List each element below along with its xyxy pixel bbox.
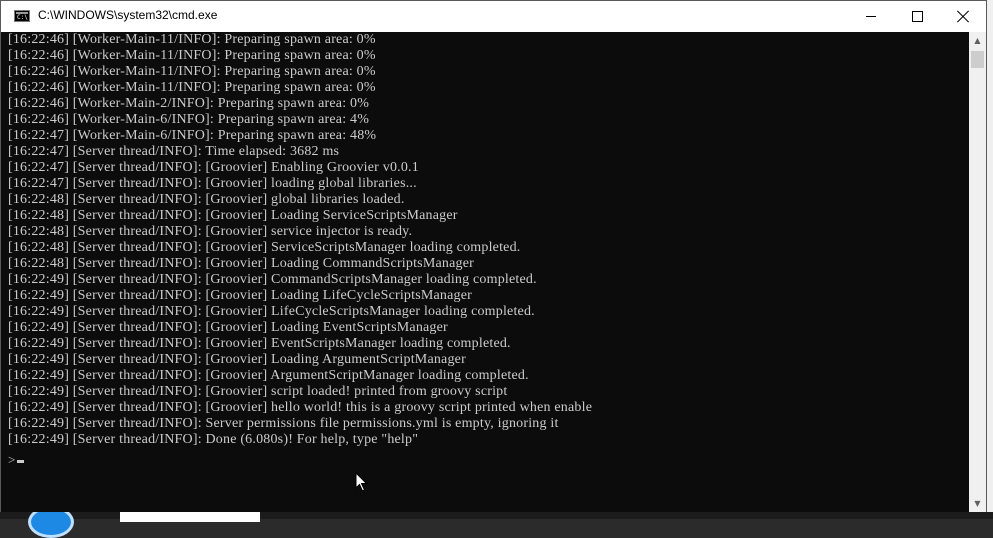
desktop-background-right bbox=[987, 0, 993, 519]
cmd-app-icon[interactable]: C:\ bbox=[14, 10, 30, 22]
console-line: [16:22:49] [Server thread/INFO]: [Groovi… bbox=[8, 320, 448, 335]
vertical-scrollbar[interactable]: ▲ ▼ bbox=[969, 32, 986, 512]
mouse-pointer-icon bbox=[355, 472, 368, 492]
console-line: [16:22:49] [Server thread/INFO]: [Groovi… bbox=[8, 288, 473, 303]
console-line: [16:22:49] [Server thread/INFO]: Server … bbox=[8, 416, 559, 431]
maximize-button[interactable] bbox=[894, 1, 940, 32]
console-line: [16:22:49] [Server thread/INFO]: [Groovi… bbox=[8, 272, 537, 287]
console-line: [16:22:47] [Worker-Main-6/INFO]: Prepari… bbox=[8, 128, 377, 143]
console-line: [16:22:48] [Server thread/INFO]: [Groovi… bbox=[8, 256, 474, 271]
console-line: [16:22:48] [Server thread/INFO]: [Groovi… bbox=[8, 240, 521, 255]
console-line: [16:22:46] [Worker-Main-11/INFO]: Prepar… bbox=[8, 48, 376, 63]
console-line: [16:22:49] [Server thread/INFO]: [Groovi… bbox=[8, 352, 466, 367]
scroll-up-arrow-icon: ▲ bbox=[974, 36, 981, 45]
console-line: [16:22:48] [Server thread/INFO]: [Groovi… bbox=[8, 192, 405, 207]
scroll-down-button[interactable]: ▼ bbox=[969, 495, 986, 512]
command-prompt: > bbox=[8, 452, 16, 467]
console-line: [16:22:49] [Server thread/INFO]: Done (6… bbox=[8, 432, 419, 447]
console-line: [16:22:47] [Server thread/INFO]: [Groovi… bbox=[8, 160, 419, 175]
text-cursor bbox=[17, 460, 24, 463]
console-line: [16:22:49] [Server thread/INFO]: [Groovi… bbox=[8, 336, 511, 351]
minimize-button[interactable] bbox=[848, 1, 894, 32]
minimize-icon bbox=[866, 16, 876, 17]
close-icon bbox=[956, 10, 970, 24]
scroll-up-button[interactable]: ▲ bbox=[969, 32, 986, 49]
console-line: [16:22:49] [Server thread/INFO]: [Groovi… bbox=[8, 400, 593, 415]
maximize-icon bbox=[911, 11, 923, 22]
console-line: [16:22:49] [Server thread/INFO]: [Groovi… bbox=[8, 368, 529, 383]
console-lines: [16:22:46] [Worker-Main-11/INFO]: Prepar… bbox=[8, 32, 592, 448]
console-line: [16:22:46] [Worker-Main-11/INFO]: Prepar… bbox=[8, 64, 376, 79]
console-line: [16:22:47] [Server thread/INFO]: [Groovi… bbox=[8, 176, 417, 191]
console-line: [16:22:49] [Server thread/INFO]: [Groovi… bbox=[8, 304, 535, 319]
console-line: [16:22:46] [Worker-Main-2/INFO]: Prepari… bbox=[8, 96, 370, 111]
console-line: [16:22:48] [Server thread/INFO]: [Groovi… bbox=[8, 224, 413, 239]
console-line: [16:22:46] [Worker-Main-6/INFO]: Prepari… bbox=[8, 112, 370, 127]
cmd-window: C:\ C:\WINDOWS\system32\cmd.exe [16:22:4… bbox=[0, 0, 987, 512]
console-line: [16:22:48] [Server thread/INFO]: [Groovi… bbox=[8, 208, 458, 223]
cmd-icon-label: C:\ bbox=[17, 14, 28, 21]
console-output[interactable]: [16:22:46] [Worker-Main-11/INFO]: Prepar… bbox=[1, 32, 969, 512]
title-bar[interactable]: C:\ C:\WINDOWS\system32\cmd.exe bbox=[1, 1, 986, 32]
console-line: [16:22:46] [Worker-Main-11/INFO]: Prepar… bbox=[8, 32, 376, 47]
scroll-down-arrow-icon: ▼ bbox=[974, 499, 981, 508]
window-title: C:\WINDOWS\system32\cmd.exe bbox=[38, 8, 218, 22]
close-button[interactable] bbox=[940, 1, 986, 32]
console-line: [16:22:47] [Server thread/INFO]: Time el… bbox=[8, 144, 340, 159]
console-line: [16:22:49] [Server thread/INFO]: [Groovi… bbox=[8, 384, 508, 399]
scrollbar-thumb[interactable] bbox=[971, 51, 984, 68]
console-line: [16:22:46] [Worker-Main-11/INFO]: Prepar… bbox=[8, 80, 376, 95]
